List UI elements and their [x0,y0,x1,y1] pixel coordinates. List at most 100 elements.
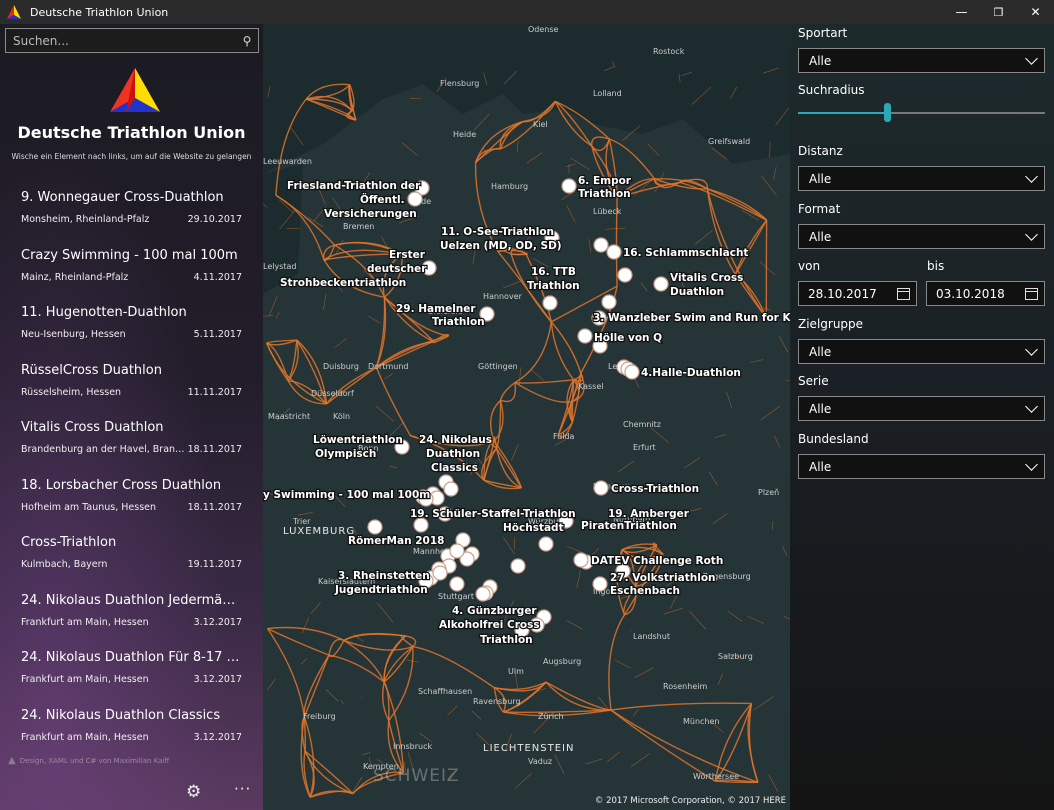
event-label: 16. Schlammschlacht [623,247,748,259]
event-label: 24. Nikolaus [419,434,492,446]
event-date: 29.10.2017 [187,214,242,225]
event-label: 29. Hamelner [396,303,476,315]
list-item[interactable]: Crazy Swimming - 100 mal 100m Mainz, Rhei… [0,242,263,300]
list-item[interactable]: 24. Nikolaus Duathlon Classics Frankfurt … [0,702,263,760]
slider-thumb[interactable] [883,103,891,122]
city-label: Heide [453,130,476,139]
city-label: Dortmund [368,362,409,371]
sportart-select[interactable]: Alle [798,48,1045,73]
format-select[interactable]: Alle [798,224,1045,249]
bundesland-value: Alle [809,459,832,474]
city-label: Wörthersee [693,772,739,781]
von-value: 28.10.2017 [808,286,877,301]
brand-title: Deutsche Triathlon Union [17,123,246,142]
city-label: Lübeck [593,207,622,216]
distanz-select[interactable]: Alle [798,166,1045,191]
event-date: 4.11.2017 [193,271,242,283]
list-item[interactable]: RüsselCross Duathlon Rüsselsheim, Hessen 1… [0,357,263,415]
event-marker [617,267,633,283]
distanz-label: Distanz [798,144,843,158]
gear-icon[interactable]: ⚙ [186,782,201,802]
maximize-button[interactable]: ❐ [980,0,1017,24]
event-marker [443,481,459,497]
city-label: LIECHTENSTEIN [483,743,574,754]
credit-line: ▲ Design, XAML und C# von Maximilian Kai… [8,755,169,766]
event-label: 27. Volkstriathlon [610,572,716,584]
event-marker [577,328,593,344]
event-location: Neu-Isenburg, Hessen [21,329,126,340]
event-date: 19.11.2017 [187,559,242,570]
event-marker [449,543,465,559]
von-label: von [798,259,821,273]
event-date: 11.11.2017 [187,386,242,398]
event-marker [542,295,558,311]
bis-date-picker[interactable]: 03.10.2018 [926,281,1045,306]
event-label: Olympisch [315,448,376,460]
event-date: 3.12.2017 [193,731,242,743]
event-marker [593,480,609,496]
filter-panel: Sportart Alle Suchradius Distanz Alle Fo… [790,24,1054,810]
event-label: Triathlon [578,188,631,200]
city-label: Lolland [593,89,622,98]
event-label: deutscher [367,263,427,275]
event-name: 24. Nikolaus Duathlon Classics [21,707,221,723]
event-location: Frankfurt am Main, Hessen [21,616,149,628]
event-marker [573,552,589,568]
von-date-picker[interactable]: 28.10.2017 [798,281,917,306]
minimize-button[interactable]: — [943,0,980,24]
city-label: München [683,717,720,726]
restore-icon: ❐ [993,5,1004,19]
search-icon[interactable]: ⚲ [236,34,258,48]
event-label: Hölle von Q [594,332,662,344]
list-item[interactable]: 9. Wonnegauer Cross-Duathlon Monsheim, Rh… [0,184,263,242]
city-label: Flensburg [440,79,479,88]
chevron-down-icon [1025,457,1038,471]
serie-select[interactable]: Alle [798,396,1045,421]
city-label: Trier [292,517,311,526]
search-box[interactable]: Suchen... ⚲ [5,28,259,53]
city-label: Lelystad [263,262,296,271]
city-label: SCHWEIZ [373,766,460,786]
event-marker [432,565,448,581]
city-label: Zürich [538,712,564,721]
map-view[interactable]: Odense Flensburg Kiel Heide Lolland Greifswal… [263,24,790,810]
event-date: 3.12.2017 [193,616,242,628]
suchradius-slider[interactable] [798,103,1045,122]
close-button[interactable]: ✕ [1017,0,1054,24]
event-label: Duathlon [670,286,724,298]
city-label: Kiel [533,120,548,129]
event-label: Löwentriathlon [313,434,403,446]
more-icon[interactable]: ··· [234,780,251,798]
warning-triangle-icon: ▲ [8,755,16,766]
list-item[interactable]: Cross-Triathlon Kulmbach, Bayern 19.11.201… [0,529,263,587]
bundesland-select[interactable]: Alle [798,454,1045,479]
zielgruppe-select[interactable]: Alle [798,339,1045,364]
list-item[interactable]: 11. Hugenotten-Duathlon Neu-Isenburg, Hes… [0,299,263,357]
event-list: 9. Wonnegauer Cross-Duathlon Monsheim, Rh… [0,184,263,759]
city-label: Landshut [633,632,670,641]
chevron-down-icon [1025,169,1038,183]
event-location: Monsheim, Rheinland-Pfalz [21,214,150,225]
list-item[interactable]: 24. Nikolaus Duathlon Jedermänner Frankfu… [0,587,263,645]
event-label: Duathlon [426,448,480,460]
event-location: Brandenburg an der Havel, Brandenb... [21,444,186,455]
minimize-icon: — [955,5,968,19]
map-attribution: © 2017 Microsoft Corporation, © 2017 HER… [594,796,786,806]
list-item[interactable]: Vitalis Cross Duathlon Brandenburg an der… [0,414,263,472]
city-label: Rostock [653,47,685,56]
event-label: 16. TTB [531,266,576,278]
chevron-down-icon [1025,399,1038,413]
event-name: RüsselCross Duathlon [21,362,162,378]
dtu-logo [110,68,160,112]
event-name: 24. Nikolaus Duathlon Für 8-17 Jahre [21,650,242,665]
event-marker [367,519,383,535]
slider-fill [798,112,887,114]
city-label: Hannover [483,292,523,301]
swipe-hint: Wische ein Element nach links, um auf di… [11,152,252,161]
event-label: RömerMan 2018 [348,535,444,547]
list-item[interactable]: 24. Nikolaus Duathlon Für 8-17 Jahre Fran… [0,644,263,702]
search-input[interactable]: Suchen... [13,34,236,48]
list-item[interactable]: 18. Lorsbacher Cross Duathlon Hofheim am … [0,472,263,530]
map-canvas[interactable]: Odense Flensburg Kiel Heide Lolland Greifswal… [263,24,790,810]
event-name: Crazy Swimming - 100 mal 100m [21,247,238,263]
